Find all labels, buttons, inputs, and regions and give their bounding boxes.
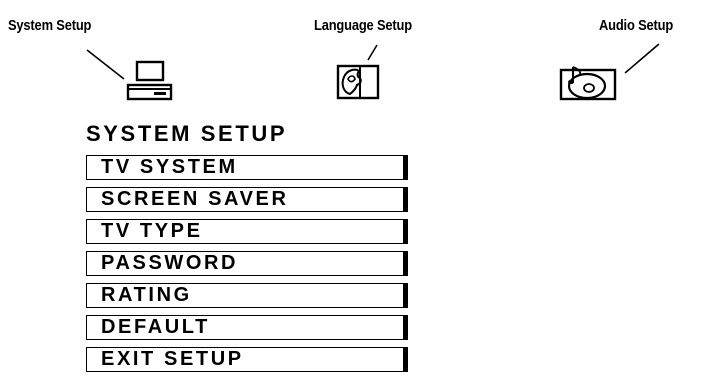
setup-menu: TV SYSTEM SCREEN SAVER TV TYPE PASSWORD … <box>86 155 408 379</box>
language-icon[interactable] <box>336 64 380 100</box>
menu-item-rating[interactable]: RATING <box>86 283 408 308</box>
audio-leader-line <box>624 43 660 74</box>
menu-item-screen-saver[interactable]: SCREEN SAVER <box>86 187 408 212</box>
menu-item-tv-system[interactable]: TV SYSTEM <box>86 155 408 180</box>
menu-item-default[interactable]: DEFAULT <box>86 315 408 340</box>
menu-title: SYSTEM SETUP <box>86 121 288 146</box>
menu-item-tv-type[interactable]: TV TYPE <box>86 219 408 244</box>
audio-disc-icon[interactable] <box>559 66 617 101</box>
system-leader-line <box>86 49 125 80</box>
menu-item-password[interactable]: PASSWORD <box>86 251 408 276</box>
language-leader-line <box>367 44 378 61</box>
menu-item-exit-setup[interactable]: EXIT SETUP <box>86 347 408 372</box>
computer-icon[interactable] <box>126 60 173 101</box>
